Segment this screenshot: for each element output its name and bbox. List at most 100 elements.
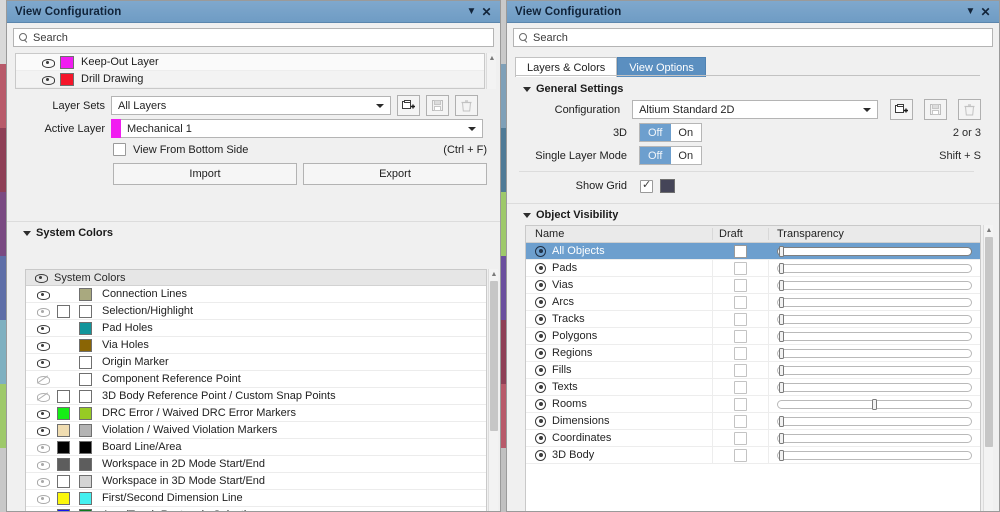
eye-icon[interactable] (42, 74, 53, 85)
slider-knob[interactable] (779, 280, 784, 291)
visibility-eye-icon[interactable] (535, 348, 546, 359)
visibility-eye-icon[interactable] (535, 450, 546, 461)
transparency-slider[interactable] (777, 365, 972, 376)
visibility-eye-icon[interactable] (535, 314, 546, 325)
secondary-color-swatch[interactable] (79, 322, 92, 335)
eye-icon[interactable] (37, 374, 48, 385)
secondary-color-swatch[interactable] (79, 509, 92, 512)
visibility-eye-icon[interactable] (535, 280, 546, 291)
primary-color-swatch[interactable] (57, 441, 70, 454)
visibility-eye-icon[interactable] (535, 246, 546, 257)
system-colors-section-header[interactable]: System Colors (13, 223, 113, 243)
system-color-row[interactable]: Workspace in 2D Mode Start/End (26, 456, 486, 473)
layer-row[interactable]: Keep-Out Layer (16, 54, 484, 71)
eye-icon[interactable] (37, 289, 48, 300)
three-d-toggle[interactable]: Off On (639, 123, 702, 142)
object-visibility-row[interactable]: Texts (526, 379, 980, 396)
secondary-color-swatch[interactable] (79, 441, 92, 454)
secondary-color-swatch[interactable] (79, 339, 92, 352)
object-visibility-scrollbar[interactable]: ▲ ▼ (983, 225, 993, 511)
system-color-row[interactable]: DRC Error / Waived DRC Error Markers (26, 405, 486, 422)
secondary-color-swatch[interactable] (79, 407, 92, 420)
draft-checkbox[interactable] (734, 347, 747, 360)
single-layer-mode-toggle[interactable]: Off On (639, 146, 702, 165)
primary-color-swatch[interactable] (57, 407, 70, 420)
layer-list[interactable]: Keep-Out Layer Drill Drawing (15, 53, 485, 89)
system-color-row[interactable]: First/Second Dimension Line (26, 490, 486, 507)
general-settings-section-header[interactable]: General Settings (513, 79, 623, 99)
visibility-eye-icon[interactable] (535, 365, 546, 376)
system-color-row[interactable]: Board Line/Area (26, 439, 486, 456)
system-color-row[interactable]: Component Reference Point (26, 371, 486, 388)
system-color-row[interactable]: Pad Holes (26, 320, 486, 337)
eye-icon[interactable] (37, 493, 48, 504)
delete-layer-set-button[interactable] (455, 95, 478, 116)
transparency-slider[interactable] (777, 348, 972, 359)
single-layer-off-option[interactable]: Off (640, 147, 671, 164)
layer-color-swatch[interactable] (60, 56, 74, 69)
transparency-slider[interactable] (777, 263, 972, 274)
draft-checkbox[interactable] (734, 449, 747, 462)
object-visibility-row[interactable]: Arcs (526, 294, 980, 311)
eye-icon[interactable] (37, 442, 48, 453)
configuration-dropdown[interactable]: Altium Standard 2D (632, 100, 878, 119)
object-visibility-row[interactable]: Vias (526, 277, 980, 294)
scrollbar-thumb[interactable] (985, 237, 993, 447)
transparency-slider[interactable] (777, 433, 972, 444)
eye-icon[interactable] (37, 510, 48, 512)
draft-checkbox[interactable] (734, 330, 747, 343)
system-color-row[interactable]: Selection/Highlight (26, 303, 486, 320)
secondary-color-swatch[interactable] (79, 356, 92, 369)
active-layer-color-chip[interactable] (111, 119, 121, 138)
visibility-eye-icon[interactable] (535, 433, 546, 444)
scroll-up-arrow[interactable]: ▲ (489, 269, 499, 279)
object-visibility-section-header[interactable]: Object Visibility (513, 205, 618, 225)
layer-row[interactable]: Drill Drawing (16, 71, 484, 88)
primary-color-swatch[interactable] (57, 492, 70, 505)
primary-color-swatch[interactable] (57, 509, 70, 512)
secondary-color-swatch[interactable] (79, 424, 92, 437)
eye-icon[interactable] (37, 391, 48, 402)
draft-checkbox[interactable] (734, 398, 747, 411)
draft-checkbox[interactable] (734, 381, 747, 394)
draft-checkbox[interactable] (734, 262, 747, 275)
eye-icon[interactable] (37, 306, 48, 317)
draft-checkbox[interactable] (734, 279, 747, 292)
slider-knob[interactable] (779, 450, 784, 461)
scrollbar-thumb[interactable] (490, 281, 498, 431)
eye-icon[interactable] (37, 459, 48, 470)
draft-checkbox[interactable] (734, 364, 747, 377)
slider-knob[interactable] (779, 433, 784, 444)
close-icon[interactable]: ✕ (978, 4, 993, 19)
add-layer-set-button[interactable] (397, 95, 420, 116)
tab-layers-and-colors[interactable]: Layers & Colors (515, 57, 617, 77)
view-from-bottom-checkbox[interactable] (113, 143, 126, 156)
search-input[interactable]: Search (13, 28, 494, 47)
object-visibility-row[interactable]: 3D Body (526, 447, 980, 464)
draft-checkbox[interactable] (734, 432, 747, 445)
secondary-color-swatch[interactable] (79, 305, 92, 318)
save-configuration-button[interactable] (924, 99, 947, 120)
slider-knob[interactable] (779, 263, 784, 274)
object-visibility-row[interactable]: Regions (526, 345, 980, 362)
slider-knob[interactable] (779, 246, 784, 257)
system-color-row[interactable]: 3D Body Reference Point / Custom Snap Po… (26, 388, 486, 405)
add-configuration-button[interactable] (890, 99, 913, 120)
show-grid-checkbox[interactable] (640, 180, 653, 193)
system-color-row[interactable]: Violation / Waived Violation Markers (26, 422, 486, 439)
transparency-slider[interactable] (777, 331, 972, 342)
search-input[interactable]: Search (513, 28, 993, 47)
chevron-down-icon[interactable]: ▼ (963, 4, 978, 19)
layer-color-swatch[interactable] (60, 73, 74, 86)
save-layer-set-button[interactable] (426, 95, 449, 116)
slider-knob[interactable] (779, 348, 784, 359)
eye-icon[interactable] (35, 272, 46, 283)
import-button[interactable]: Import (113, 163, 297, 185)
delete-configuration-button[interactable] (958, 99, 981, 120)
eye-icon[interactable] (37, 408, 48, 419)
visibility-eye-icon[interactable] (535, 297, 546, 308)
system-color-row[interactable]: Connection Lines (26, 286, 486, 303)
secondary-color-swatch[interactable] (79, 458, 92, 471)
chevron-down-icon[interactable]: ▼ (464, 4, 479, 19)
object-visibility-row[interactable]: Coordinates (526, 430, 980, 447)
